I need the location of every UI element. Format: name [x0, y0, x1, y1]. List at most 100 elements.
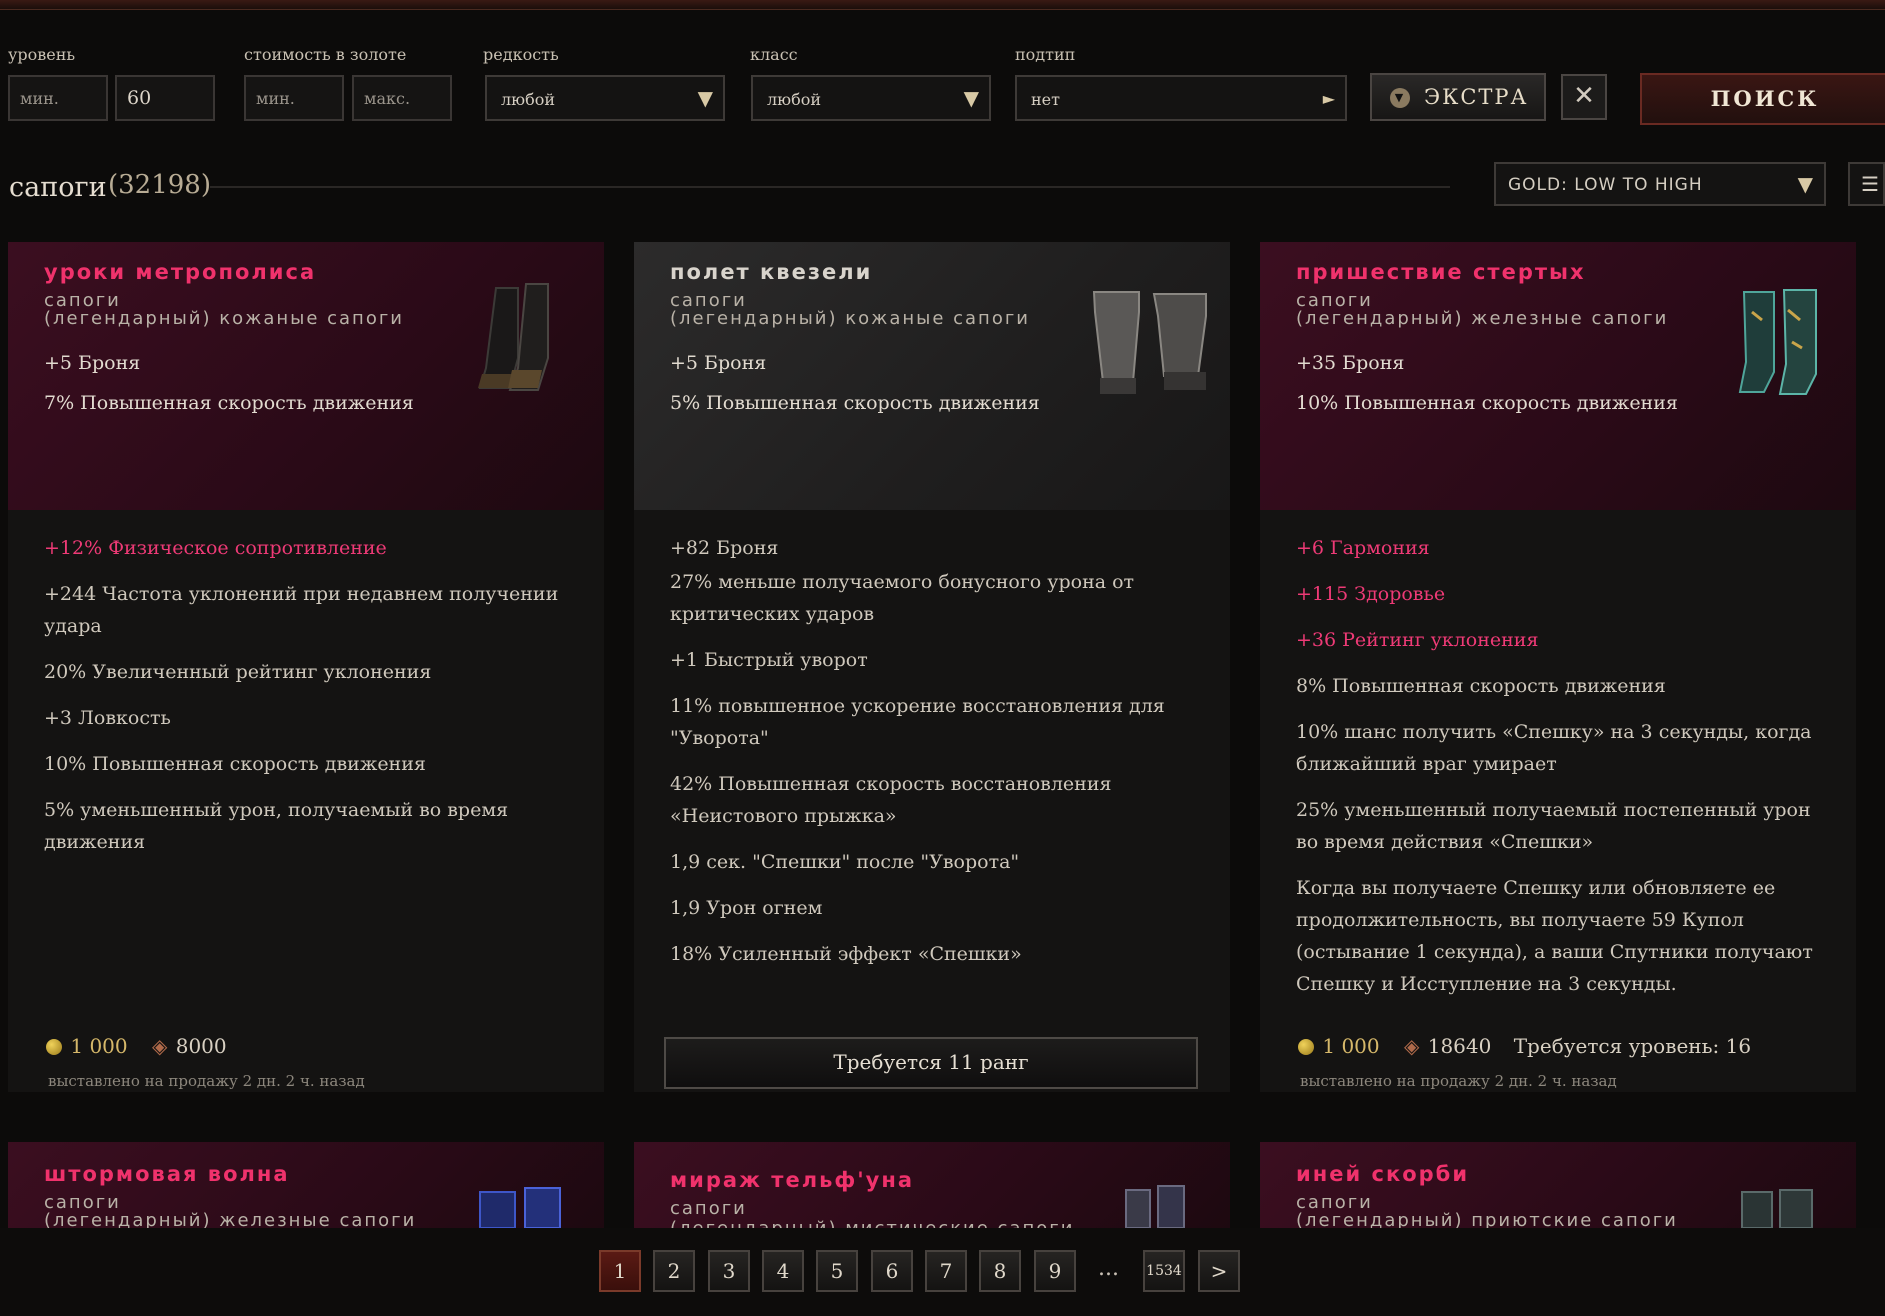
item-subtype: (легендарный) приютские сапоги: [1296, 1210, 1678, 1228]
gold-min-input[interactable]: мин.: [244, 75, 344, 121]
item-card[interactable]: иней скорби сапоги (легендарный) приютск…: [1260, 1142, 1856, 1228]
level-min-input[interactable]: мин.: [8, 75, 108, 121]
card-header: полет квезели сапоги (легендарный) кожан…: [634, 242, 1230, 510]
boots-icon: [1125, 1185, 1185, 1228]
last-page-button[interactable]: 1534: [1143, 1250, 1185, 1292]
affix: 20% Увеличенный рейтинг уклонения: [44, 661, 432, 683]
page-button[interactable]: 4: [762, 1250, 804, 1292]
listed-time: выставлено на продажу 2 дн. 2 ч. назад: [48, 1072, 365, 1090]
clear-button[interactable]: ✕: [1561, 74, 1607, 120]
affix: 11% повышенное ускорение восстановления …: [670, 695, 1165, 749]
extra-button[interactable]: ▼ ЭКСТРА: [1370, 73, 1546, 121]
next-page-button[interactable]: >: [1198, 1250, 1240, 1292]
item-card[interactable]: уроки метрополиса сапоги (легендарный) к…: [8, 242, 604, 1092]
result-count: (32198): [108, 170, 211, 200]
gold-icon: [46, 1039, 62, 1055]
list-view-button[interactable]: ☰: [1848, 162, 1885, 206]
item-name: пришествие стертых: [1296, 260, 1586, 284]
page-button[interactable]: 9: [1034, 1250, 1076, 1292]
search-button[interactable]: ПОИСК: [1640, 73, 1885, 125]
item-card[interactable]: пришествие стертых сапоги (легендарный) …: [1260, 242, 1856, 1092]
page-button[interactable]: 3: [708, 1250, 750, 1292]
item-subtype: (легендарный) кожаные сапоги: [44, 308, 404, 329]
affix: 27% меньше получаемого бонусного урона о…: [670, 571, 1135, 625]
gold-icon: [1298, 1039, 1314, 1055]
sort-value: GOLD: LOW TO HIGH: [1508, 175, 1703, 195]
card-header: пришествие стертых сапоги (легендарный) …: [1260, 242, 1856, 510]
affix-list: +82 Броня 27% меньше получаемого бонусно…: [670, 532, 1210, 984]
implicit-stat: 5% Повышенная скорость движения: [670, 392, 1040, 414]
item-name: иней скорби: [1296, 1162, 1470, 1186]
item-name: штормовая волна: [44, 1162, 290, 1186]
boots-icon: [1738, 289, 1817, 395]
affix-list: +6 Гармония +115 Здоровье +36 Рейтинг ук…: [1296, 532, 1836, 1014]
class-select[interactable]: любой ▼: [751, 75, 991, 121]
affix: Когда вы получаете Спешку или обновляете…: [1296, 877, 1813, 995]
item-card[interactable]: полет квезели сапоги (легендарный) кожан…: [634, 242, 1230, 1092]
page-button[interactable]: 8: [979, 1250, 1021, 1292]
boots-icon: [479, 1187, 561, 1228]
item-name: уроки метрополиса: [44, 260, 317, 284]
affix: 1,9 сек. "Спешки" после "Уворота": [670, 851, 1020, 873]
implicit-stat: +5 Броня: [44, 352, 141, 374]
item-name: мираж тельф'уна: [670, 1168, 914, 1192]
item-card[interactable]: штормовая волна сапоги (легендарный) жел…: [8, 1142, 604, 1228]
affix: 25% уменьшенный получаемый постепенный у…: [1296, 799, 1811, 853]
implicit-stat: +35 Броня: [1296, 352, 1405, 374]
page-button[interactable]: 2: [653, 1250, 695, 1292]
affix: +12% Физическое сопротивление: [44, 537, 387, 559]
affix: 10% Повышенная скорость движения: [44, 753, 426, 775]
item-subtype: (легендарный) кожаные сапоги: [670, 308, 1030, 329]
subtype-label: подтип: [1015, 45, 1076, 64]
gold-price: 1 000: [1322, 1034, 1380, 1058]
rank-requirement-button[interactable]: Требуется 11 ранг: [664, 1037, 1198, 1089]
page-button[interactable]: 7: [925, 1250, 967, 1292]
affix: 5% уменьшенный урон, получаемый во время…: [44, 799, 509, 853]
shard-icon: ◈: [1403, 1034, 1420, 1058]
card-header: уроки метрополиса сапоги (легендарный) к…: [8, 242, 604, 510]
item-type: сапоги: [670, 1198, 747, 1219]
top-banner: [0, 0, 1885, 10]
shard-count: 8000: [175, 1034, 227, 1058]
sort-select[interactable]: GOLD: LOW TO HIGH ▼: [1494, 162, 1826, 206]
level-requirement: Требуется уровень: 16: [1513, 1034, 1752, 1058]
affix-list: +12% Физическое сопротивление +244 Часто…: [44, 532, 584, 872]
list-icon: ☰: [1861, 172, 1879, 196]
gold-max-input[interactable]: макс.: [352, 75, 452, 121]
rarity-select[interactable]: любой ▼: [485, 75, 725, 121]
gold-label: стоимость в золоте: [244, 45, 407, 64]
class-label: класс: [750, 45, 798, 64]
price-row: 1 000 ◈ 8000: [46, 1034, 227, 1058]
subtype-select[interactable]: нет ►: [1015, 75, 1347, 121]
item-subtype: (легендарный) железные сапоги: [44, 1210, 417, 1228]
chevron-down-icon: ▼: [1797, 172, 1814, 196]
implicit-stat: +5 Броня: [670, 352, 767, 374]
level-label: уровень: [8, 45, 76, 64]
close-icon: ✕: [1573, 81, 1595, 111]
page-button[interactable]: 1: [599, 1250, 641, 1292]
boots-icon: [1092, 291, 1207, 394]
page-title: сапоги: [9, 172, 107, 203]
boots-icon: [1741, 1189, 1813, 1228]
affix: +115 Здоровье: [1296, 583, 1446, 605]
chevron-right-icon: ►: [1322, 89, 1335, 108]
level-max-input[interactable]: 60: [115, 75, 215, 121]
shard-count: 18640: [1427, 1034, 1492, 1058]
affix: 8% Повышенная скорость движения: [1296, 675, 1666, 697]
rarity-label: редкость: [483, 45, 559, 64]
gold-price: 1 000: [70, 1034, 128, 1058]
affix: +82 Броня: [670, 537, 779, 559]
item-card[interactable]: мираж тельф'уна сапоги (легендарный) мис…: [634, 1142, 1230, 1228]
affix: +244 Частота уклонений при недавнем полу…: [44, 583, 559, 637]
price-row: 1 000 ◈ 18640 Требуется уровень: 16: [1298, 1034, 1751, 1058]
page-button[interactable]: 5: [816, 1250, 858, 1292]
affix: 42% Повышенная скорость восстановления «…: [670, 773, 1112, 827]
affix: 18% Усиленный эффект «Спешки»: [670, 943, 1022, 965]
extra-label: ЭКСТРА: [1424, 85, 1529, 109]
listed-time: выставлено на продажу 2 дн. 2 ч. назад: [1300, 1072, 1617, 1090]
page-ellipsis: ...: [1098, 1256, 1119, 1281]
implicit-stat: 7% Повышенная скорость движения: [44, 392, 414, 414]
item-subtype: (легендарный) железные сапоги: [1296, 308, 1669, 329]
affix: +36 Рейтинг уклонения: [1296, 629, 1539, 651]
page-button[interactable]: 6: [871, 1250, 913, 1292]
